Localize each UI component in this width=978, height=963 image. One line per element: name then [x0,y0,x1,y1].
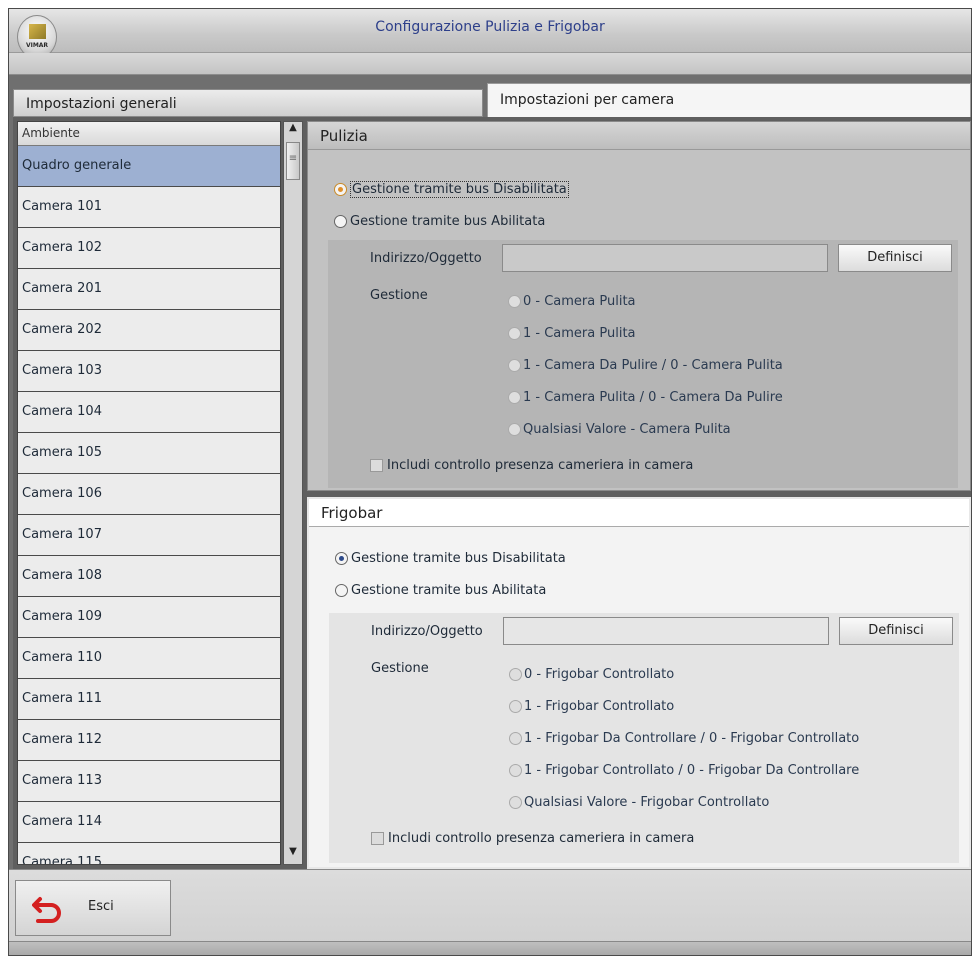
radio-icon[interactable] [334,214,347,228]
radio-label: Gestione tramite bus Abilitata [350,213,546,229]
radio-icon[interactable] [508,422,521,436]
gestione-label: Gestione [371,661,429,676]
address-input[interactable] [503,617,829,645]
pulizia-checkbox-row[interactable]: Includi controllo presenza cameriera in … [370,456,693,474]
list-item[interactable]: Camera 113 [18,761,280,802]
option-label: 1 - Frigobar Controllato / 0 - Frigobar … [524,762,860,778]
window-title: Configurazione Pulizia e Frigobar [375,19,605,35]
list-item[interactable]: Camera 103 [18,351,280,392]
pulizia-radio-disabled[interactable]: Gestione tramite bus Disabilitata [334,180,569,198]
radio-icon[interactable] [509,699,522,713]
frigobar-checkbox-row[interactable]: Includi controllo presenza cameriera in … [371,829,694,847]
radio-icon[interactable] [509,731,522,745]
undo-arrow-icon [32,897,61,923]
list-item[interactable]: Camera 101 [18,187,280,228]
option-label: Qualsiasi Valore - Frigobar Controllato [524,794,770,810]
list-item[interactable]: Camera 106 [18,474,280,515]
pulizia-option[interactable]: 1 - Camera Pulita [508,324,636,342]
list-item[interactable]: Camera 109 [18,597,280,638]
frigobar-option[interactable]: 1 - Frigobar Da Controllare / 0 - Frigob… [509,729,859,747]
scroll-up-arrow-icon[interactable]: ▲ [284,122,302,140]
tab-impostazioni-per-camera[interactable]: Impostazioni per camera [487,83,971,117]
option-label: 1 - Frigobar Controllato [524,698,675,714]
radio-icon[interactable] [508,390,521,404]
gestione-label: Gestione [370,288,428,303]
address-label: Indirizzo/Oggetto [371,624,483,639]
radio-icon[interactable] [334,182,347,196]
list-item[interactable]: Camera 202 [18,310,280,351]
list-item[interactable]: Camera 114 [18,802,280,843]
radio-icon[interactable] [509,667,522,681]
radio-label: Gestione tramite bus Disabilitata [351,550,566,566]
exit-button[interactable]: Esci [15,880,171,936]
checkbox[interactable] [371,831,384,845]
checkbox[interactable] [370,458,383,472]
pulizia-option[interactable]: 1 - Camera Da Pulire / 0 - Camera Pulita [508,356,783,374]
radio-label: Gestione tramite bus Disabilitata [350,180,569,198]
list-item[interactable]: Camera 108 [18,556,280,597]
list-item[interactable]: Camera 104 [18,392,280,433]
radio-icon[interactable] [509,763,522,777]
title-subbar [9,53,971,75]
radio-icon[interactable] [335,551,348,565]
option-label: Qualsiasi Valore - Camera Pulita [523,421,731,437]
define-button[interactable]: Definisci [838,244,952,272]
list-item[interactable]: Camera 107 [18,515,280,556]
frigobar-radio-disabled[interactable]: Gestione tramite bus Disabilitata [335,549,566,567]
list-item[interactable]: Camera 111 [18,679,280,720]
option-label: 0 - Camera Pulita [523,293,636,309]
list-item[interactable]: Camera 105 [18,433,280,474]
frigobar-option[interactable]: 1 - Frigobar Controllato [509,697,674,715]
room-list-scrollbar[interactable]: ▲ ≡ ▼ [283,121,303,865]
pulizia-option[interactable]: 1 - Camera Pulita / 0 - Camera Da Pulire [508,388,783,406]
radio-icon[interactable] [508,294,521,308]
pulizia-title: Pulizia [308,122,970,150]
list-item[interactable]: Camera 110 [18,638,280,679]
radio-icon[interactable] [508,326,521,340]
frigobar-settings-box: Indirizzo/Oggetto Definisci Gestione 0 -… [329,613,959,863]
option-label: 1 - Camera Pulita [523,325,636,341]
option-label: 1 - Camera Da Pulire / 0 - Camera Pulita [523,357,783,373]
radio-icon[interactable] [335,583,348,597]
room-list: Ambiente Quadro generale Camera 101 Came… [17,121,281,865]
checkbox-label: Includi controllo presenza cameriera in … [388,830,695,846]
frigobar-option[interactable]: 0 - Frigobar Controllato [509,665,674,683]
pulizia-option[interactable]: 0 - Camera Pulita [508,292,636,310]
option-label: 1 - Camera Pulita / 0 - Camera Da Pulire [523,389,783,405]
pulizia-option[interactable]: Qualsiasi Valore - Camera Pulita [508,420,731,438]
frigobar-radio-enabled[interactable]: Gestione tramite bus Abilitata [335,581,546,599]
tab-content: Ambiente Quadro generale Camera 101 Came… [13,117,971,869]
app-window: VIMAR Configurazione Pulizia e Frigobar … [8,8,972,956]
room-list-header[interactable]: Ambiente [18,122,280,146]
status-bar [9,941,971,955]
radio-icon[interactable] [508,358,521,372]
pulizia-panel: Pulizia Gestione tramite bus Disabilitat… [307,121,971,491]
tab-bar: Impostazioni generali Impostazioni per c… [13,83,971,117]
scroll-down-arrow-icon[interactable]: ▼ [284,846,302,864]
option-label: 1 - Frigobar Da Controllare / 0 - Frigob… [524,730,860,746]
title-bar: VIMAR Configurazione Pulizia e Frigobar [9,9,971,59]
list-item[interactable]: Quadro generale [18,146,280,187]
address-input[interactable] [502,244,828,272]
pulizia-radio-enabled[interactable]: Gestione tramite bus Abilitata [334,212,545,230]
exit-label: Esci [88,899,114,914]
frigobar-title: Frigobar [309,499,969,527]
frigobar-option[interactable]: Qualsiasi Valore - Frigobar Controllato [509,793,769,811]
option-label: 0 - Frigobar Controllato [524,666,675,682]
list-item[interactable]: Camera 102 [18,228,280,269]
frigobar-panel: Frigobar Gestione tramite bus Disabilita… [307,497,971,869]
list-item[interactable]: Camera 115 [18,843,280,864]
pulizia-settings-box: Indirizzo/Oggetto Definisci Gestione 0 -… [328,240,958,488]
frigobar-option[interactable]: 1 - Frigobar Controllato / 0 - Frigobar … [509,761,859,779]
radio-label: Gestione tramite bus Abilitata [351,582,547,598]
list-item[interactable]: Camera 201 [18,269,280,310]
scroll-thumb[interactable]: ≡ [286,142,300,180]
address-label: Indirizzo/Oggetto [370,251,482,266]
tab-impostazioni-generali[interactable]: Impostazioni generali [13,89,483,117]
radio-icon[interactable] [509,795,522,809]
define-button[interactable]: Definisci [839,617,953,645]
list-item[interactable]: Camera 112 [18,720,280,761]
checkbox-label: Includi controllo presenza cameriera in … [387,457,694,473]
logo-text: VIMAR [25,42,49,49]
